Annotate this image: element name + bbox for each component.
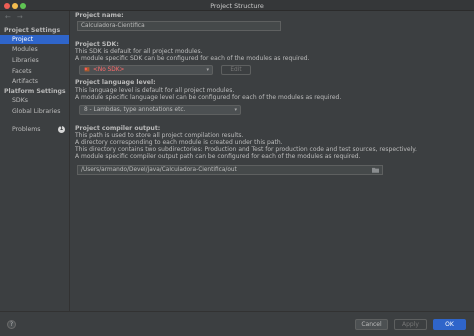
language-description-2: A module specific language level can be … [75, 94, 342, 101]
browse-folder-icon[interactable] [372, 167, 379, 173]
apply-button[interactable]: Apply [394, 319, 427, 330]
project-name-input[interactable]: Calculadora-Cientifica [77, 21, 281, 31]
sidebar-item-sdks[interactable]: SDKs [0, 96, 69, 105]
project-name-label: Project name: [75, 12, 124, 19]
project-settings-heading: Project Settings [4, 27, 61, 34]
help-button[interactable]: ? [7, 320, 16, 329]
title-bar: Project Structure [0, 0, 474, 11]
sdk-description-2: A module specific SDK can be configured … [75, 55, 310, 62]
sidebar-item-libraries[interactable]: Libraries [0, 56, 69, 65]
sdk-edit-button[interactable]: Edit [221, 65, 251, 75]
project-sdk-label: Project SDK: [75, 41, 119, 48]
sidebar-item-problems[interactable]: Problems 1 [0, 125, 69, 134]
sidebar: ← → Project Settings Project Modules Libr… [0, 11, 70, 336]
chevron-down-icon: ▾ [206, 67, 209, 73]
sdk-selected-value: <No SDK> [93, 67, 125, 73]
back-arrow-icon[interactable]: ← [5, 13, 11, 21]
forward-arrow-icon[interactable]: → [17, 13, 23, 21]
problems-count-badge: 1 [58, 126, 65, 133]
no-sdk-warning-icon [84, 67, 90, 72]
sidebar-item-label: Problems [12, 126, 41, 133]
language-level-dropdown[interactable]: 8 - Lambdas, type annotations etc. ▾ [79, 105, 241, 115]
compiler-output-label: Project compiler output: [75, 125, 161, 132]
nav-arrows: ← → [5, 13, 29, 21]
platform-settings-heading: Platform Settings [4, 88, 66, 95]
project-settings-panel: Project name: Calculadora-Cientifica Pro… [71, 11, 474, 311]
ok-button[interactable]: OK [433, 319, 466, 330]
dialog-footer: ? Cancel Apply OK [0, 311, 474, 336]
project-sdk-dropdown[interactable]: <No SDK> ▾ [79, 65, 213, 75]
sidebar-item-global-libraries[interactable]: Global Libraries [0, 107, 69, 116]
compiler-output-path: /Users/armando/Devel/java/Calculadora-Ci… [81, 167, 237, 173]
sidebar-item-modules[interactable]: Modules [0, 45, 69, 54]
cancel-button[interactable]: Cancel [355, 319, 388, 330]
project-structure-window: Project Structure ← → Project Settings Pr… [0, 0, 474, 336]
sidebar-item-facets[interactable]: Facets [0, 67, 69, 76]
window-title: Project Structure [210, 1, 264, 10]
compiler-output-path-input[interactable]: /Users/armando/Devel/java/Calculadora-Ci… [77, 165, 383, 175]
language-selected-value: 8 - Lambdas, type annotations etc. [84, 107, 186, 113]
language-level-label: Project language level: [75, 79, 156, 86]
output-description-4: A module specific compiler output path c… [75, 153, 361, 160]
chevron-down-icon: ▾ [234, 107, 237, 113]
sidebar-item-project[interactable]: Project [0, 35, 69, 44]
sidebar-item-artifacts[interactable]: Artifacts [0, 77, 69, 86]
